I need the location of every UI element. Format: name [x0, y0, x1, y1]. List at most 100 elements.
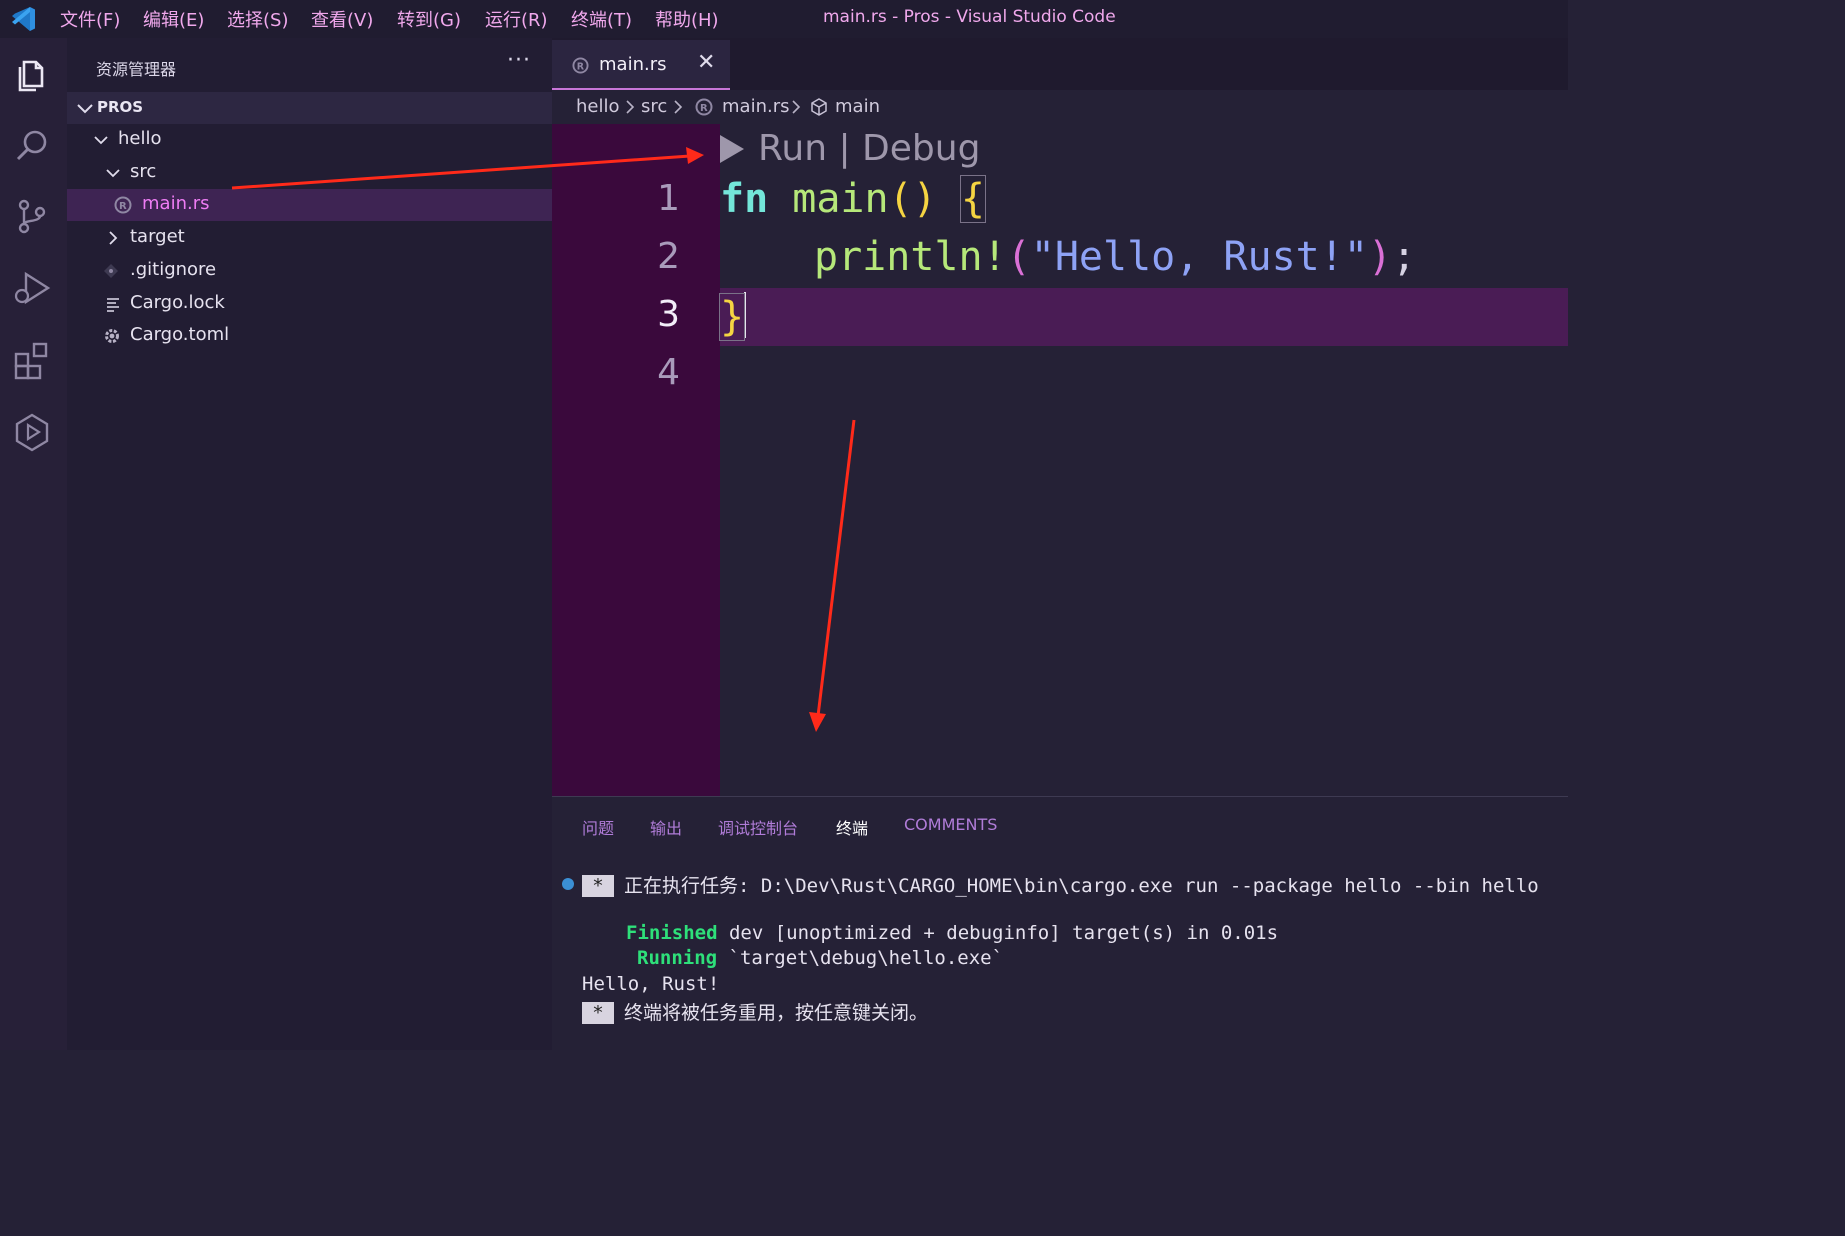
paren-token: ( [1006, 234, 1031, 280]
chevron-down-icon [106, 169, 120, 178]
line-number: 4 [657, 352, 680, 393]
panel-tab-debug-console[interactable]: 调试控制台 [718, 815, 798, 839]
terminal-running-text: `target\debug\hello.exe` [717, 947, 1004, 969]
symbol-method-icon [811, 98, 827, 116]
breadcrumb-main-rs[interactable]: main.rs [722, 96, 789, 117]
menu-terminal[interactable]: 终端(T) [571, 6, 632, 32]
explorer-sidebar: 资源管理器 ··· PROS hello src R main.rs targe… [67, 38, 552, 1050]
panel-tab-comments[interactable]: COMMENTS [904, 815, 997, 834]
tree-item-label: .gitignore [130, 259, 217, 280]
code-line-2: println!("Hello, Rust!"); [814, 234, 1416, 280]
terminal-running-line: Running `target\debug\hello.exe` [637, 947, 1003, 969]
breadcrumb-hello[interactable]: hello [576, 96, 620, 117]
string-token: "Hello, Rust!" [1030, 234, 1368, 280]
terminal-task-text: 正在执行任务: D:\Dev\Rust\CARGO_HOME\bin\cargo… [624, 875, 1539, 897]
tree-item-label: hello [118, 128, 162, 149]
menu-help[interactable]: 帮助(H) [655, 6, 719, 32]
run-debug-icon[interactable] [10, 266, 54, 310]
tree-item-gitignore[interactable]: .gitignore [67, 255, 552, 287]
rust-file-icon: R [695, 98, 713, 116]
breadcrumb: hello src R main.rs main [552, 90, 1568, 124]
terminal-reuse-text: 终端将被任务重用，按任意键关闭。 [624, 1002, 929, 1024]
chevron-down-icon [94, 136, 108, 145]
current-line-highlight [720, 288, 1568, 346]
explorer-icon[interactable] [10, 52, 54, 96]
macro-token: println! [814, 234, 1007, 280]
window-title: main.rs - Pros - Visual Studio Code [823, 7, 1116, 27]
tree-item-hello[interactable]: hello [67, 124, 552, 156]
brace-token: { [959, 175, 986, 223]
panel-tab-output[interactable]: 输出 [650, 815, 682, 839]
activity-bar [0, 38, 67, 1050]
tree-item-label: Cargo.lock [130, 292, 225, 313]
tree-item-label: main.rs [142, 193, 210, 214]
bottom-panel: 问题 输出 调试控制台 终端 COMMENTS * 正在执行任务: D:\Dev\… [552, 796, 1568, 1051]
chevron-right-icon [109, 231, 118, 245]
brace-token: } [718, 293, 746, 341]
semicolon-token: ; [1392, 234, 1417, 280]
tab-close-button[interactable]: ✕ [697, 50, 715, 75]
svg-text:R: R [700, 103, 708, 114]
line-number-gutter: 1 2 3 4 [552, 124, 720, 796]
terminal-task-line: * 正在执行任务: D:\Dev\Rust\CARGO_HOME\bin\carg… [582, 871, 1539, 898]
editor-tab-bar: R main.rs ✕ [552, 38, 1568, 90]
lines-file-icon [107, 298, 119, 312]
tree-item-main-rs[interactable]: R main.rs [67, 189, 552, 221]
code-editor[interactable]: Run | Debug fn main() { println!("Hello,… [718, 124, 1568, 796]
paren-token: () [888, 176, 937, 222]
codelens-run-debug[interactable]: Run | Debug [720, 128, 980, 169]
terminal-program-output: Hello, Rust! [582, 973, 720, 995]
terminal-finished-line: Finished dev [unoptimized + debuginfo] t… [626, 922, 1278, 944]
tree-item-label: Cargo.toml [130, 324, 230, 345]
line-number: 1 [657, 178, 680, 219]
line-number: 2 [657, 236, 680, 277]
search-icon[interactable] [10, 124, 54, 168]
tree-item-label: target [130, 226, 185, 247]
terminal-finished-text: dev [unoptimized + debuginfo] target(s) … [717, 922, 1279, 944]
terminal-running-word: Running [637, 947, 718, 969]
menu-run[interactable]: 运行(R) [485, 6, 548, 32]
workspace-section-header[interactable]: PROS [67, 92, 552, 124]
remote-explorer-icon[interactable] [10, 410, 54, 454]
tree-item-target[interactable]: target [67, 222, 552, 254]
git-file-icon [104, 264, 118, 278]
menu-edit[interactable]: 编辑(E) [143, 6, 204, 32]
tree-item-src[interactable]: src [67, 157, 552, 189]
terminal-reuse-line: * 终端将被任务重用，按任意键关闭。 [582, 998, 928, 1025]
line-number-active: 3 [657, 294, 680, 335]
vscode-logo-icon [12, 7, 35, 31]
extensions-icon[interactable] [10, 338, 54, 382]
tree-item-cargo-lock[interactable]: Cargo.lock [67, 288, 552, 320]
codelens-label: Run | Debug [758, 128, 981, 169]
svg-text:R: R [119, 201, 127, 212]
panel-tab-problems[interactable]: 问题 [582, 815, 614, 839]
rust-file-icon: R [114, 196, 132, 214]
more-actions-button[interactable]: ··· [507, 48, 531, 73]
source-control-icon[interactable] [10, 194, 54, 238]
panel-tab-terminal[interactable]: 终端 [836, 815, 868, 839]
workspace-name: PROS [97, 98, 144, 116]
tab-label: main.rs [599, 54, 667, 75]
chevron-right-icon [674, 100, 683, 114]
keyword-token: fn [720, 176, 769, 222]
chevron-down-icon [77, 104, 93, 114]
play-icon [720, 135, 744, 163]
menu-file[interactable]: 文件(F) [60, 6, 120, 32]
terminal-finished-word: Finished [626, 922, 718, 944]
function-name-token: main [792, 176, 889, 222]
tab-main-rs[interactable]: R main.rs ✕ [552, 40, 730, 90]
task-status-dot [562, 878, 574, 890]
menu-go[interactable]: 转到(G) [397, 6, 461, 32]
breadcrumb-main-symbol[interactable]: main [835, 96, 880, 117]
menu-view[interactable]: 查看(V) [311, 6, 373, 32]
tree-item-label: src [130, 161, 157, 182]
terminal-star-badge: * [582, 1002, 614, 1024]
code-line-3: } [718, 292, 747, 341]
breadcrumb-src[interactable]: src [641, 96, 667, 117]
menu-selection[interactable]: 选择(S) [227, 6, 288, 32]
text-cursor [744, 292, 747, 338]
tree-item-cargo-toml[interactable]: Cargo.toml [67, 320, 552, 352]
title-bar: 文件(F) 编辑(E) 选择(S) 查看(V) 转到(G) 运行(R) 终端(T… [0, 0, 1568, 38]
paren-token: ) [1367, 234, 1392, 280]
svg-text:R: R [577, 61, 585, 72]
